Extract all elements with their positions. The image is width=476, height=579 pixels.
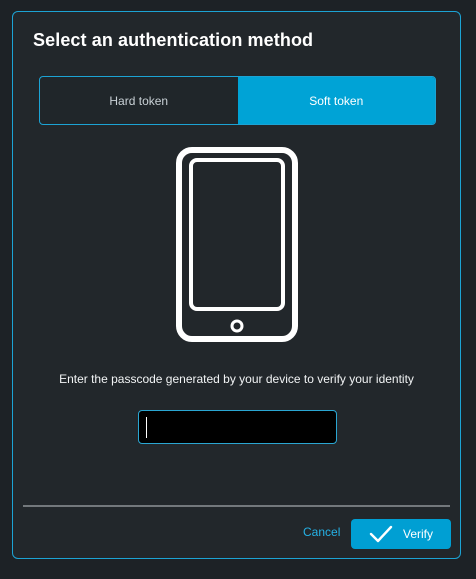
passcode-input[interactable] — [138, 410, 337, 444]
checkmark-icon — [369, 525, 393, 543]
soft-token-tab[interactable]: Soft token — [237, 77, 435, 124]
dialog-title: Select an authentication method — [33, 30, 314, 50]
verify-button[interactable]: Verify — [351, 519, 451, 549]
smartphone-icon — [176, 147, 298, 342]
footer-divider — [23, 505, 450, 507]
hard-token-tab[interactable]: Hard token — [40, 77, 238, 124]
authentication-method-toggle: Hard token Soft token — [39, 76, 436, 125]
verify-label: Verify — [402, 527, 433, 541]
passcode-instruction: Enter the passcode generated by your dev… — [59, 372, 414, 386]
cancel-button[interactable]: Cancel — [303, 525, 340, 539]
text-cursor — [146, 417, 147, 438]
authentication-dialog: Select an authentication method Hard tok… — [12, 11, 461, 559]
